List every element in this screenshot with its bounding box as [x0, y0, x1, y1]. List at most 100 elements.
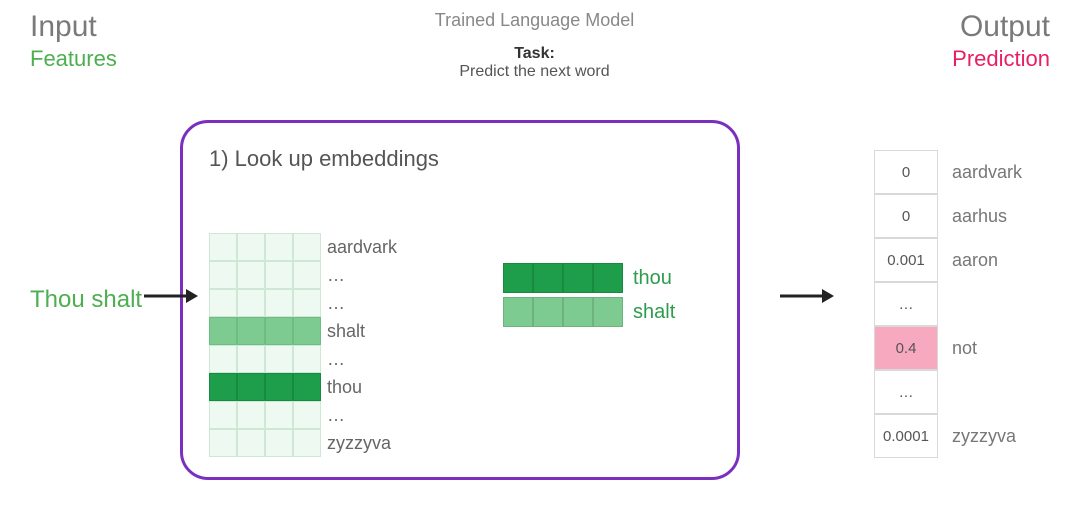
output-row: 0.4 not [874, 326, 1052, 370]
output-row: … [874, 282, 1052, 326]
embedding-row-cells [209, 317, 321, 345]
output-row: 0 aardvark [874, 150, 1052, 194]
embedding-cell [237, 261, 265, 289]
embedding-row-label: aardvark [327, 237, 397, 258]
embedding-row-cells [209, 345, 321, 373]
task-description: Predict the next word [435, 63, 634, 81]
embedding-cell [209, 233, 237, 261]
model-step-title: 1) Look up embeddings [209, 145, 711, 173]
output-cell-highlight: 0.4 [874, 326, 938, 370]
lookup-row-cells [503, 297, 623, 327]
embedding-cell [237, 233, 265, 261]
output-cell: 0.0001 [874, 414, 938, 458]
output-cell: 0 [874, 150, 938, 194]
task-label: Task: [435, 45, 634, 63]
embedding-cell [293, 429, 321, 457]
output-distribution: 0aardvark0aarhus0.001aaron…0.4not…0.0001… [874, 150, 1052, 458]
output-row-label: zyzzyva [952, 426, 1052, 447]
lookup-row-cells [503, 263, 623, 293]
embedding-cell [265, 289, 293, 317]
lookup-row: shalt [503, 297, 675, 327]
embedding-cell [209, 373, 237, 401]
embedding-table: aardvark … … shalt … thou … zyzzyva [209, 233, 397, 457]
embedding-cell [265, 233, 293, 261]
embedding-row-label: … [327, 293, 345, 314]
embedding-cell [237, 317, 265, 345]
embedding-row-cells [209, 261, 321, 289]
output-row-label: aaron [952, 250, 1052, 271]
output-row: 0.0001 zyzzyva [874, 414, 1052, 458]
embedding-row-label: shalt [327, 321, 365, 342]
lookup-cell [563, 263, 593, 293]
lookup-cell [503, 297, 533, 327]
lookup-row-label: thou [633, 267, 672, 290]
output-row-label: not [952, 338, 1052, 359]
model-box: 1) Look up embeddings aardvark … … shalt … th… [180, 120, 740, 480]
embedding-cell [209, 261, 237, 289]
header-row: Input Features Trained Language Model Ta… [0, 0, 1080, 81]
output-subtitle: Prediction [952, 46, 1050, 72]
output-row-label: aardvark [952, 162, 1052, 183]
input-subtitle: Features [30, 46, 117, 72]
embedding-cell [209, 345, 237, 373]
embedding-cell [237, 401, 265, 429]
lookup-cell [503, 263, 533, 293]
embedding-row: zyzzyva [209, 429, 397, 457]
embedding-cell [237, 345, 265, 373]
lookup-cell [563, 297, 593, 327]
lookup-result: thou shalt [503, 263, 675, 331]
embedding-cell [265, 345, 293, 373]
embedding-row: … [209, 345, 397, 373]
embedding-cell [209, 317, 237, 345]
embedding-row-label: … [327, 349, 345, 370]
embedding-row-cells [209, 429, 321, 457]
output-cell: … [874, 370, 938, 414]
embedding-cell [293, 317, 321, 345]
output-row: 0.001 aaron [874, 238, 1052, 282]
lookup-row-label: shalt [633, 301, 675, 324]
center-heading-block: Trained Language Model Task: Predict the… [435, 10, 634, 81]
lookup-cell [593, 297, 623, 327]
arrow-model-to-output [778, 286, 836, 311]
arrow-right-icon [778, 286, 836, 306]
embedding-cell [293, 373, 321, 401]
embedding-row-cells [209, 289, 321, 317]
output-heading-block: Output Prediction [952, 10, 1050, 81]
output-cell: … [874, 282, 938, 326]
embedding-cell [265, 261, 293, 289]
embedding-row: … [209, 261, 397, 289]
embedding-cell [293, 289, 321, 317]
embedding-row: … [209, 401, 397, 429]
embedding-row: aardvark [209, 233, 397, 261]
arrow-right-icon [142, 286, 200, 306]
embedding-cell [293, 401, 321, 429]
embedding-cell [237, 429, 265, 457]
embedding-row-cells [209, 373, 321, 401]
embedding-cell [209, 289, 237, 317]
output-cell: 0.001 [874, 238, 938, 282]
embedding-cell [293, 233, 321, 261]
lookup-cell [593, 263, 623, 293]
output-row-label: aarhus [952, 206, 1052, 227]
embedding-row-label: thou [327, 377, 362, 398]
input-text-content: Thou shalt [30, 286, 142, 313]
embedding-cell [265, 317, 293, 345]
embedding-row: shalt [209, 317, 397, 345]
embedding-cell [293, 345, 321, 373]
embedding-row-label: zyzzyva [327, 433, 391, 454]
lookup-row: thou [503, 263, 675, 293]
output-cell: 0 [874, 194, 938, 238]
embedding-cell [265, 429, 293, 457]
embedding-cell [209, 401, 237, 429]
embedding-row: thou [209, 373, 397, 401]
embedding-cell [265, 373, 293, 401]
input-heading-block: Input Features [30, 10, 117, 81]
lookup-cell [533, 297, 563, 327]
output-row: … [874, 370, 1052, 414]
embedding-cell [237, 373, 265, 401]
model-title: Trained Language Model [435, 10, 634, 31]
output-title: Output [952, 10, 1050, 44]
embedding-cell [209, 429, 237, 457]
embedding-cell [265, 401, 293, 429]
embedding-row: … [209, 289, 397, 317]
